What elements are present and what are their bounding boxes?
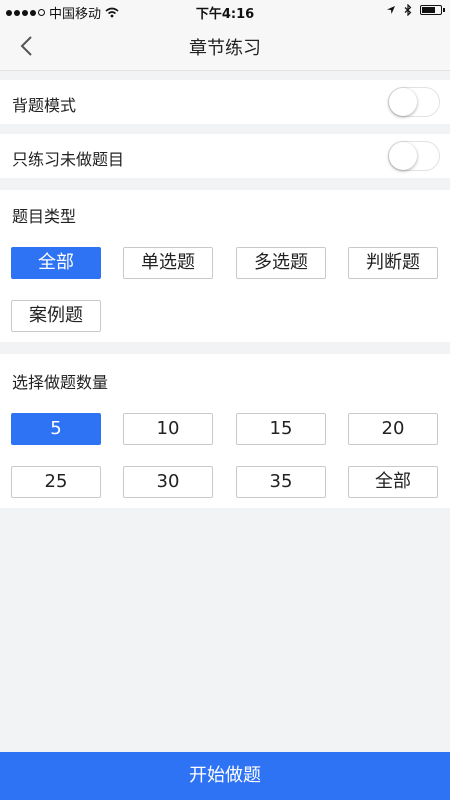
- count-option-10[interactable]: 10: [123, 413, 213, 445]
- section-title: 题目类型: [12, 207, 77, 226]
- count-option-5[interactable]: 5: [11, 413, 101, 445]
- type-option-all[interactable]: 全部: [11, 247, 101, 279]
- type-option-judgement[interactable]: 判断题: [348, 247, 438, 279]
- toggle-knob: [389, 87, 417, 116]
- battery-icon: [420, 5, 445, 15]
- status-time: 下午4:16: [195, 7, 255, 22]
- question-count-section: 选择做题数量 5 10 15 20 25 30 35 全部: [0, 354, 450, 508]
- question-type-section: 题目类型 全部 单选题 多选题 判断题 案例题: [0, 190, 450, 342]
- count-option-15[interactable]: 15: [236, 413, 326, 445]
- count-option-30[interactable]: 30: [123, 466, 213, 498]
- nav-bar: 章节练习: [0, 22, 450, 71]
- setting-label: 背题模式: [12, 96, 77, 115]
- section-title: 选择做题数量: [12, 373, 109, 392]
- page-title: 章节练习: [189, 38, 261, 59]
- undone-only-toggle[interactable]: [388, 141, 440, 171]
- type-option-case[interactable]: 案例题: [11, 300, 101, 332]
- status-bar: 中国移动 下午4:16: [0, 0, 450, 22]
- location-arrow-icon: [387, 6, 395, 14]
- toggle-knob: [389, 141, 417, 170]
- count-option-35[interactable]: 35: [236, 466, 326, 498]
- type-option-multiple[interactable]: 多选题: [236, 247, 326, 279]
- count-option-all[interactable]: 全部: [348, 466, 438, 498]
- recite-mode-toggle[interactable]: [388, 87, 440, 117]
- start-practice-button[interactable]: 开始做题: [0, 752, 450, 800]
- count-option-25[interactable]: 25: [11, 466, 101, 498]
- setting-label: 只练习未做题目: [12, 150, 125, 169]
- bluetooth-icon: [404, 4, 412, 16]
- status-right: [386, 4, 445, 16]
- count-option-20[interactable]: 20: [348, 413, 438, 445]
- type-option-single[interactable]: 单选题: [123, 247, 213, 279]
- setting-row-recite-mode: 背题模式: [0, 80, 450, 124]
- setting-row-undone-only: 只练习未做题目: [0, 134, 450, 178]
